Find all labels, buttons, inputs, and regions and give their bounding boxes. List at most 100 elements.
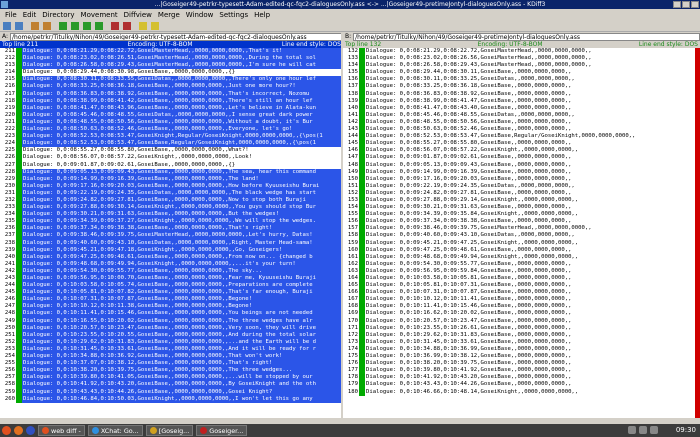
start-menu-icon[interactable] (2, 426, 11, 435)
text-line[interactable]: 146 Dialogue: 0,0:08:56.07,0:08:57.22,Gos… (343, 147, 700, 155)
text-line[interactable]: 133 Dialogue: 0,0:08:23.02,0:08:26.56,Gos… (343, 55, 700, 63)
text-line[interactable]: 230 Dialogue: 0,0:09:17.16,0:09:20.03,Gos… (0, 182, 343, 190)
task-web-diff[interactable]: web diff - (38, 425, 85, 436)
text-line[interactable]: 233 Dialogue: 0,0:09:27.88,0:09:30.14,Gos… (0, 204, 343, 212)
text-line[interactable]: 250 Dialogue: 0,0:10:20.57,0:10:23.47,Gos… (0, 324, 343, 332)
text-line[interactable]: 246 Dialogue: 0,0:10:07.31,0:10:07.87,Gos… (0, 296, 343, 304)
text-line[interactable]: 153 Dialogue: 0,0:09:27.88,0:09:29.14,Gos… (343, 196, 700, 205)
text-line[interactable]: 150 Dialogue: 0,0:09:17.16,0:09:20.03,Gos… (343, 175, 700, 183)
text-line[interactable]: 143 Dialogue: 0,0:08:50.63,0:08:52.46,Gos… (343, 126, 700, 134)
text-line[interactable]: 180 Dialogue: 0,0:10:46.66,0:10:48.14,Gos… (343, 388, 700, 396)
text-line[interactable]: 179 Dialogue: 0,0:10:43.43,0:10:44.26,Gos… (343, 381, 700, 389)
text-line[interactable]: 234 Dialogue: 0,0:09:30.21,0:09:31.63,Gos… (0, 211, 343, 219)
text-line[interactable]: 232 Dialogue: 0,0:09:24.82,0:09:27.81,Gos… (0, 196, 343, 205)
text-line[interactable]: 237 Dialogue: 0,0:09:38.46,0:09:39.75,Gos… (0, 232, 343, 240)
prev-diff-icon[interactable] (82, 21, 92, 31)
title-bar[interactable]: ...|Goseiger49-petrkr-typesett-Adam-edit… (0, 0, 700, 9)
text-line[interactable]: 163 Dialogue: 0,0:09:56.95,0:09:59.84,Gos… (343, 267, 700, 275)
text-line[interactable]: 148 Dialogue: 0,0:09:05.13,0:09:09.43,Gos… (343, 161, 700, 169)
select-a-icon[interactable] (138, 21, 148, 31)
text-line[interactable]: 134 Dialogue: 0,0:08:26.58,0:08:29.43,Gos… (343, 62, 700, 70)
text-line[interactable]: 225 Dialogue: 0,0:08:55.27,0:08:55.80,Gos… (0, 147, 343, 155)
pane-a-text[interactable]: 211 Dialogue: 0,0:08:21.29,0:08:22.72,Gos… (0, 48, 343, 418)
text-line[interactable]: 218 Dialogue: 0,0:08:38.99,0:08:41.42,Gos… (0, 97, 343, 105)
text-line[interactable]: 227 Dialogue: 0,0:09:01.87,0:09:02.61,Gos… (0, 161, 343, 169)
text-line[interactable]: 152 Dialogue: 0,0:09:24.82,0:09:27.81,Gos… (343, 189, 700, 197)
text-line[interactable]: 247 Dialogue: 0,0:10:10.12,0:10:11.38,Gos… (0, 303, 343, 311)
menu-settings[interactable]: Settings (216, 11, 251, 19)
text-line[interactable]: 147 Dialogue: 0,0:09:01.87,0:09:02.61,Gos… (343, 154, 700, 162)
text-line[interactable]: 165 Dialogue: 0,0:10:05.81,0:10:07.31,Gos… (343, 282, 700, 290)
text-line[interactable]: 140 Dialogue: 0,0:08:41.47,0:08:43.40,Gos… (343, 104, 700, 112)
text-line[interactable]: 144 Dialogue: 0,0:08:52.53,0:08:53.47,Gos… (343, 133, 700, 141)
terminal-icon[interactable] (26, 426, 35, 435)
maximize-icon[interactable] (682, 1, 690, 8)
text-line[interactable]: 252 Dialogue: 0,0:10:29.62,0:10:31.83,Gos… (0, 338, 343, 346)
menu-help[interactable]: Help (251, 11, 273, 19)
text-line[interactable]: 254 Dialogue: 0,0:10:34.88,0:10:36.92,Gos… (0, 353, 343, 361)
text-line[interactable]: 238 Dialogue: 0,0:09:40.60,0:09:43.10,Gos… (0, 239, 343, 247)
diff-overview-bar[interactable] (695, 48, 700, 418)
text-line[interactable]: 228 Dialogue: 0,0:09:05.13,0:09:09.43,Gos… (0, 168, 343, 176)
text-line[interactable]: 159 Dialogue: 0,0:09:45.21,0:09:47.25,Gos… (343, 239, 700, 247)
text-line[interactable]: 240 Dialogue: 0,0:09:47.25,0:09:48.61,Gos… (0, 253, 343, 261)
text-line[interactable]: 216 Dialogue: 0,0:08:33.25,0:08:36.18,Gos… (0, 83, 343, 91)
text-line[interactable]: 161 Dialogue: 0,0:09:48.68,0:09:49.94,Gos… (343, 253, 700, 261)
new-icon[interactable] (2, 21, 12, 31)
text-line[interactable]: 253 Dialogue: 0,0:10:31.45,0:10:33.61,Gos… (0, 345, 343, 354)
prev-conflict-icon[interactable] (110, 21, 120, 31)
text-line[interactable]: 156 Dialogue: 0,0:09:37.34,0:09:38.38,Gos… (343, 218, 700, 226)
text-line[interactable]: 226 Dialogue: 0,0:08:56.07,0:08:57.22,Gos… (0, 154, 343, 162)
text-line[interactable]: 213 Dialogue: 0,0:08:26.58,0:08:29.43,Gos… (0, 62, 343, 70)
task-goseig-folder[interactable]: [Goseig... (145, 425, 194, 436)
text-line[interactable]: 155 Dialogue: 0,0:09:34.39,0:09:35.84,Gos… (343, 211, 700, 219)
pane-b-path-field[interactable]: /home/petrkr/Titulky/Nihon/49/Goseiger49… (353, 32, 700, 41)
text-line[interactable]: 241 Dialogue: 0,0:09:48.68,0:09:49.94,Gos… (0, 260, 343, 268)
volume-icon[interactable] (639, 426, 647, 434)
firefox-icon[interactable] (14, 426, 23, 435)
down-arrow-icon[interactable] (70, 21, 80, 31)
text-line[interactable]: 236 Dialogue: 0,0:09:37.34,0:09:38.38,Gos… (0, 225, 343, 233)
text-line[interactable]: 219 Dialogue: 0,0:08:41.47,0:08:43.96,Gos… (0, 104, 343, 112)
text-line[interactable]: 248 Dialogue: 0,0:10:11.41,0:10:15.46,Gos… (0, 310, 343, 318)
minimize-icon[interactable] (673, 1, 681, 8)
redo-icon[interactable] (42, 21, 52, 31)
text-line[interactable]: 251 Dialogue: 0,0:10:23.55,0:10:20.55,Gos… (0, 331, 343, 339)
text-line[interactable]: 211 Dialogue: 0,0:08:21.29,0:08:22.72,Gos… (0, 48, 343, 56)
text-line[interactable]: 217 Dialogue: 0,0:08:36.83,0:08:38.92,Gos… (0, 90, 343, 98)
text-line[interactable]: 220 Dialogue: 0,0:08:45.46,0:08:48.55,Gos… (0, 111, 343, 119)
text-line[interactable]: 154 Dialogue: 0,0:09:30.21,0:09:31.63,Gos… (343, 204, 700, 212)
text-line[interactable]: 256 Dialogue: 0,0:10:38.20,0:10:39.75,Gos… (0, 367, 343, 375)
text-line[interactable]: 222 Dialogue: 0,0:08:50.63,0:08:52.46,Gos… (0, 126, 343, 134)
next-conflict-icon[interactable] (122, 21, 132, 31)
text-line[interactable]: 249 Dialogue: 0,0:10:16.55,0:10:20.02,Gos… (0, 317, 343, 325)
save-icon[interactable] (14, 21, 24, 31)
text-line[interactable]: 214 Dialogue: 0,0:08:29.44,0:08:30.98,Gos… (0, 69, 343, 77)
text-line[interactable]: 224 Dialogue: 0,0:08:52.53,0:08:53.47,Gos… (0, 140, 343, 148)
text-line[interactable]: 239 Dialogue: 0,0:09:45.21,0:09:47.18,Gos… (0, 246, 343, 254)
text-line[interactable]: 235 Dialogue: 0,0:09:34.39,0:09:37.27,Gos… (0, 218, 343, 226)
menu-window[interactable]: Window (183, 11, 217, 19)
text-line[interactable]: 243 Dialogue: 0,0:09:56.95,0:10:00.70,Gos… (0, 275, 343, 283)
menu-diffview[interactable]: Diffview (121, 11, 155, 19)
text-line[interactable]: 151 Dialogue: 0,0:09:22.19,0:09:24.35,Gos… (343, 182, 700, 190)
text-line[interactable]: 244 Dialogue: 0,0:10:03.58,0:10:05.74,Gos… (0, 282, 343, 290)
menu-file[interactable]: File (2, 11, 20, 19)
menu-merge[interactable]: Merge (155, 11, 183, 19)
text-line[interactable]: 223 Dialogue: 0,0:08:52.53,0:08:53.47,Gos… (0, 133, 343, 141)
text-line[interactable]: 257 Dialogue: 0,0:10:39.80,0:10:41.05,Gos… (0, 374, 343, 382)
pane-b-text[interactable]: 132 Dialogue: 0,0:08:21.29,0:08:22.72,Gos… (343, 48, 700, 418)
text-line[interactable]: 177 Dialogue: 0,0:10:39.80,0:10:41.92,Gos… (343, 367, 700, 375)
text-line[interactable]: 132 Dialogue: 0,0:08:21.29,0:08:22.72,Gos… (343, 48, 700, 56)
text-line[interactable]: 221 Dialogue: 0,0:08:48.55,0:08:50.56,Gos… (0, 118, 343, 127)
undo-icon[interactable] (30, 21, 40, 31)
text-line[interactable]: 173 Dialogue: 0,0:10:31.45,0:10:33.61,Gos… (343, 338, 700, 346)
text-line[interactable]: 174 Dialogue: 0,0:10:34.88,0:10:36.99,Gos… (343, 345, 700, 354)
text-line[interactable]: 149 Dialogue: 0,0:09:14.99,0:09:16.39,Gos… (343, 168, 700, 176)
text-line[interactable]: 164 Dialogue: 0,0:10:03.58,0:10:05.81,Gos… (343, 275, 700, 283)
text-line[interactable]: 166 Dialogue: 0,0:10:07.31,0:10:07.87,Gos… (343, 289, 700, 297)
text-line[interactable]: 175 Dialogue: 0,0:10:36.99,0:10:38.12,Gos… (343, 353, 700, 361)
text-line[interactable]: 171 Dialogue: 0,0:10:23.55,0:10:26.61,Gos… (343, 324, 700, 332)
text-line[interactable]: 170 Dialogue: 0,0:10:20.57,0:10:23.47,Gos… (343, 317, 700, 325)
text-line[interactable]: 260 Dialogue: 0,0:10:46.84,0:10:50.03,Gos… (0, 395, 343, 403)
